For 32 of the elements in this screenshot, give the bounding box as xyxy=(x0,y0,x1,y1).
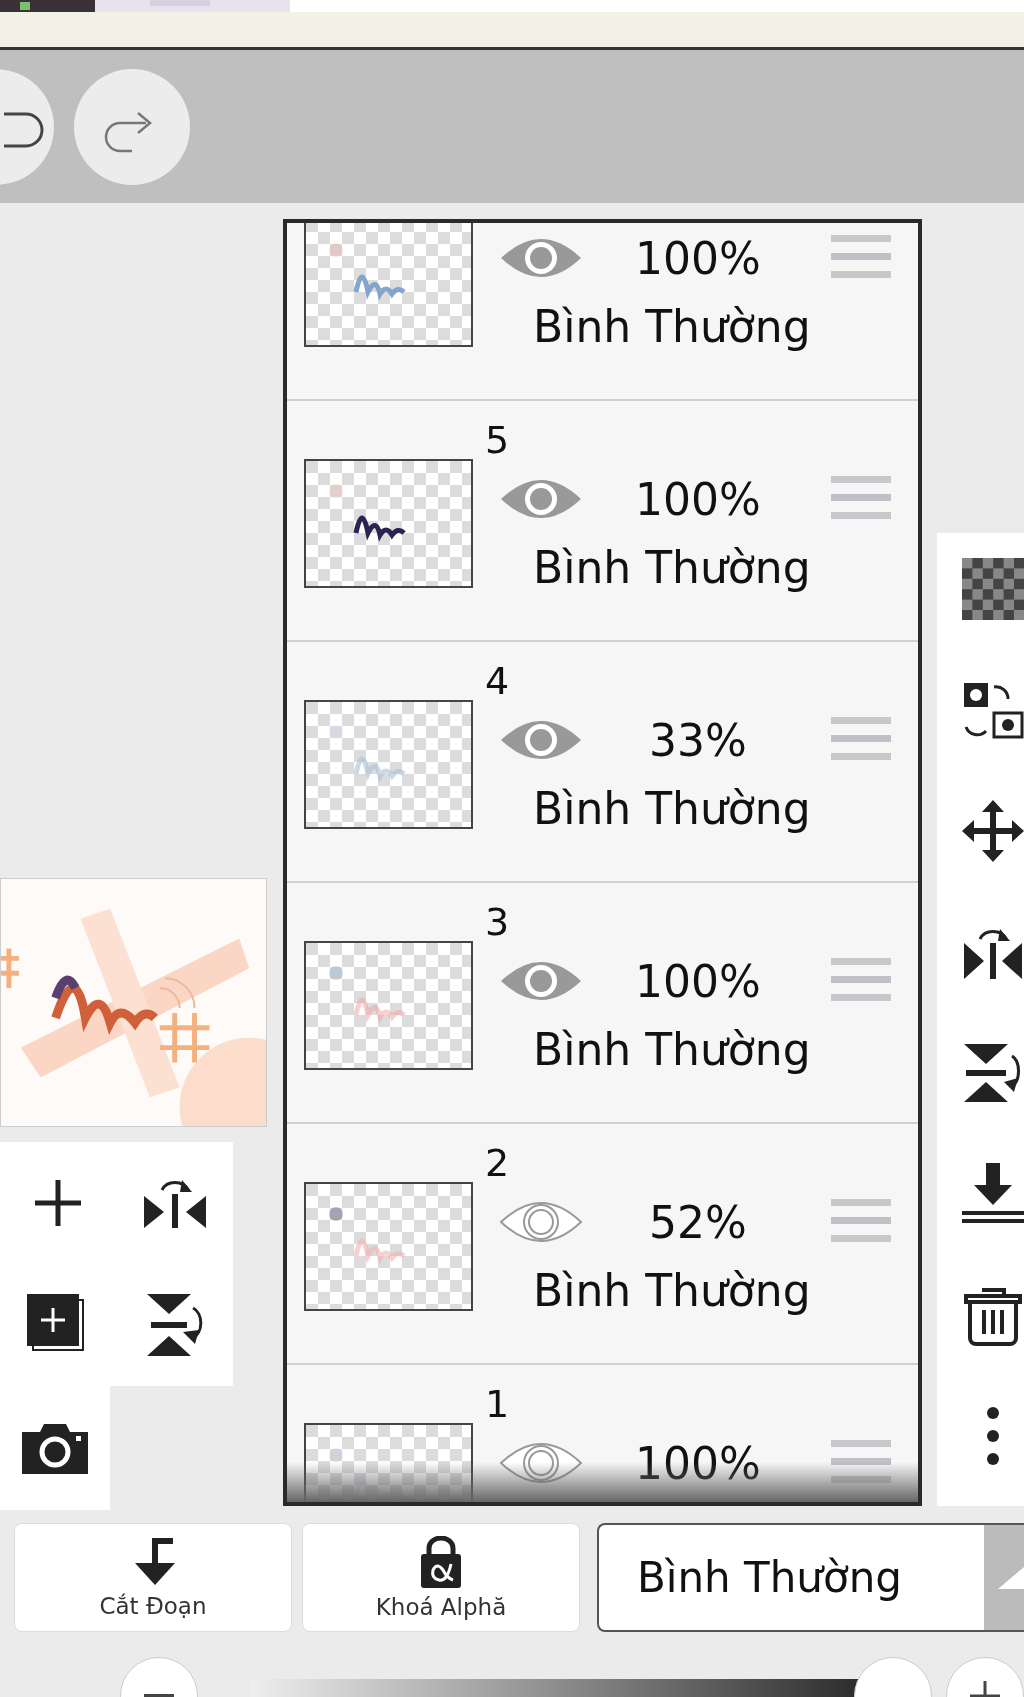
blend-mode-label: Bình Thường xyxy=(533,1023,812,1077)
minus-icon xyxy=(144,1694,174,1697)
layer-number: 5 xyxy=(485,421,510,459)
clipping-button[interactable]: Cắt Đoạn xyxy=(14,1523,292,1632)
merge-down-icon[interactable] xyxy=(962,1163,1024,1225)
layer-number: 3 xyxy=(485,903,510,941)
layer-number: 2 xyxy=(485,1144,510,1182)
plus-icon xyxy=(33,1178,83,1228)
layer-opacity: 100% xyxy=(634,1437,762,1489)
layer-row[interactable]: 2 52% Bình Thường xyxy=(287,1124,918,1365)
layer-opacity: 100% xyxy=(634,955,762,1007)
move-icon[interactable] xyxy=(962,800,1024,862)
layer-row[interactable]: 5 100% Bình Thường xyxy=(287,401,918,642)
layer-opacity: 100% xyxy=(634,232,762,284)
layer-number: 4 xyxy=(485,662,510,700)
layer-row[interactable]: 100% Bình Thường xyxy=(287,223,918,401)
blend-mode-label: Bình Thường xyxy=(533,300,812,354)
layer-number: 1 xyxy=(485,1385,510,1423)
caret-up-icon xyxy=(998,1564,1024,1591)
checkerboard-icon[interactable] xyxy=(962,558,1024,620)
alpha-lock-button[interactable]: Khoá Alphă xyxy=(302,1523,580,1632)
camera-icon xyxy=(22,1422,88,1474)
layer-opacity: 100% xyxy=(634,473,762,525)
layer-row[interactable]: 4 33% Bình Thường xyxy=(287,642,918,883)
lock-icon xyxy=(419,1535,463,1588)
blend-mode-label: Bình Thường xyxy=(533,1264,812,1318)
layer-opacity: 33% xyxy=(648,714,748,766)
layer-row[interactable]: 3 100% Bình Thường xyxy=(287,883,918,1124)
layer-opacity: 52% xyxy=(648,1196,748,1248)
blend-mode-dropdown[interactable]: Bình Thường xyxy=(597,1523,1024,1632)
blend-mode-label: Bình Thường xyxy=(533,541,812,595)
blend-mode-label: Bình Thường xyxy=(533,782,812,836)
